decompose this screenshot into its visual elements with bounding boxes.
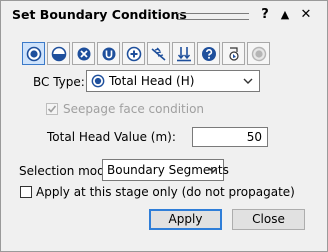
apply-stage-only-checkbox[interactable]: [20, 186, 32, 198]
unknown-boundary-button[interactable]: [97, 42, 120, 65]
help-button[interactable]: [197, 42, 220, 65]
apply-button[interactable]: Apply: [149, 209, 222, 230]
dialog-title: Set Boundary Conditions: [12, 7, 187, 22]
disabled-record-icon: [251, 46, 267, 62]
help-icon: [202, 47, 216, 61]
checkmark-icon: [47, 105, 57, 113]
seepage-face-label: Seepage face condition: [63, 102, 205, 116]
title-bar[interactable]: Set Boundary Conditions ? ▲ ✕: [1, 1, 327, 29]
apply-stage-only-label: Apply at this stage only (do not propaga…: [36, 185, 295, 199]
pressure-head-boundary-icon: [51, 46, 67, 62]
bc-type-value: Total Head (H): [109, 74, 195, 88]
selection-mode-select[interactable]: Boundary Segments: [102, 159, 229, 181]
bc-type-select[interactable]: Total Head (H): [86, 70, 260, 92]
collapse-button[interactable]: ▲: [277, 7, 293, 23]
close-button[interactable]: Close: [232, 209, 305, 230]
total-head-boundary-icon: [26, 46, 42, 62]
infiltration-boundary-button[interactable]: [172, 42, 195, 65]
set-boundary-conditions-dialog: Set Boundary Conditions ? ▲ ✕ BC Type: T…: [0, 0, 328, 252]
unknown-boundary-icon: [102, 47, 116, 61]
seepage-boundary-button[interactable]: [147, 42, 170, 65]
chevron-down-icon: [243, 78, 253, 84]
seepage-boundary-icon: [151, 47, 166, 61]
total-head-value-input[interactable]: 50: [192, 127, 268, 147]
close-title-button[interactable]: ✕: [298, 7, 314, 23]
infiltration-boundary-icon: [177, 47, 191, 62]
disabled-record-button: [247, 42, 270, 65]
pressure-head-boundary-button[interactable]: [47, 42, 70, 65]
help-title-button[interactable]: ?: [257, 7, 273, 23]
total-head-boundary-button[interactable]: [22, 42, 45, 65]
total-head-value-label: Total Head Value (m):: [47, 130, 176, 144]
unit-flow-boundary-button[interactable]: [72, 42, 95, 65]
unit-flow-boundary-icon: [77, 47, 91, 61]
chevron-down-icon: [208, 167, 218, 173]
add-flow-button[interactable]: [122, 42, 145, 65]
bc-type-label: BC Type:: [33, 75, 85, 89]
total-head-type-icon: [91, 74, 105, 88]
pick-boundary-button[interactable]: [222, 42, 245, 65]
seepage-face-checkbox: [46, 103, 58, 115]
drag-grip[interactable]: [177, 13, 249, 20]
pick-boundary-icon: [229, 47, 239, 61]
add-flow-icon: [126, 46, 142, 62]
